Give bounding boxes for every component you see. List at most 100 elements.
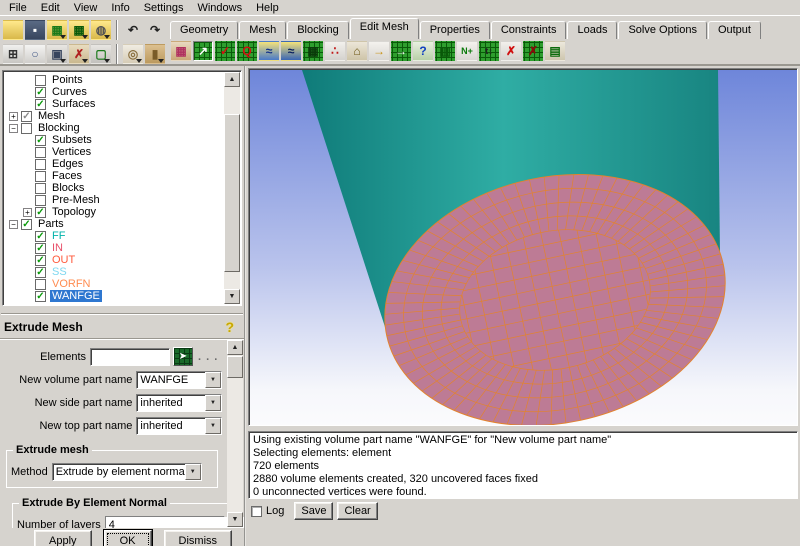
tree-item-label[interactable]: Blocks [50,182,86,194]
adjust-mesh-density-icon[interactable]: ▥ [435,41,455,61]
scroll-down-icon[interactable]: ▼ [227,512,243,527]
tree-item-label[interactable]: Mesh [36,110,67,122]
top-part-combo[interactable]: inherited ▼ [136,417,222,435]
measure-distance-icon[interactable]: ✗ [69,44,89,64]
menu-item-view[interactable]: View [67,1,105,15]
dropdown-arrow-icon[interactable] [136,59,142,63]
merge-nodes-icon[interactable]: ∴ [325,41,345,61]
mesh-quality-icon[interactable]: Q [237,41,257,61]
solid-view-icon[interactable]: ▮ [145,44,165,64]
layers-input[interactable] [105,517,244,528]
ok-button[interactable]: OK [103,530,152,546]
expand-icon[interactable]: + [23,207,32,217]
save-log-button[interactable]: Save [294,502,334,520]
tree-item-label[interactable]: IN [50,242,65,254]
tree-checkbox[interactable] [35,278,46,290]
tree-checkbox[interactable]: ✓ [35,206,46,218]
fit-window-icon[interactable]: ⊞ [3,44,23,64]
tree-item-label[interactable]: Subsets [50,134,94,146]
repair-mesh-icon[interactable]: ▦ [303,41,323,61]
tree-checkbox[interactable] [35,170,46,182]
tree-item-label[interactable]: Curves [50,86,89,98]
delete-elements-icon[interactable]: ✗ [523,41,543,61]
tree-item-label[interactable]: Edges [50,158,85,170]
dropdown-arrow-icon[interactable] [82,35,88,39]
tree-item-label[interactable]: VORFN [50,278,93,290]
menu-item-help[interactable]: Help [249,1,286,15]
wireframe-view-icon[interactable]: ◎ [123,44,143,64]
form-scrollbar[interactable]: ▲ ▼ [227,340,243,527]
collapse-icon[interactable]: − [9,123,18,133]
redo-icon[interactable]: ↷ [145,20,165,40]
tree-scrollbar[interactable]: ▲ ▼ [224,72,240,304]
tree-item-label[interactable]: Faces [50,170,84,182]
reset-view-icon[interactable]: ▢ [91,44,111,64]
tree-item-label[interactable]: FF [50,230,67,242]
menu-item-info[interactable]: Info [104,1,136,15]
log-checkbox[interactable] [251,505,262,517]
create-elements-icon[interactable]: ▦ [171,41,191,61]
renumber-mesh-icon[interactable]: N+ [457,41,477,61]
convert-mesh-type-icon[interactable]: ? [413,41,433,61]
tree-checkbox[interactable] [35,158,46,170]
tree-checkbox[interactable]: ✓ [35,86,46,98]
tree-item-label[interactable]: WANFGE [50,290,102,302]
dropdown-arrow-icon[interactable] [82,59,88,63]
move-nodes-icon[interactable]: → [369,41,389,61]
tree-checkbox[interactable]: ✓ [21,218,32,230]
tree-scroll-thumb[interactable] [224,114,240,272]
tree-item-label[interactable]: Parts [36,218,66,230]
undo-icon[interactable]: ↶ [123,20,143,40]
menu-item-settings[interactable]: Settings [137,1,191,15]
tree-item-label[interactable]: OUT [50,254,77,266]
tab-solve-options[interactable]: Solve Options [618,21,707,39]
chevron-down-icon[interactable]: ▼ [205,395,221,411]
select-elements-button[interactable]: ➤ [173,347,193,366]
layers-spinner[interactable]: ▲▼ [104,516,244,528]
open-blocking-icon[interactable]: ▦ [69,20,89,40]
open-geometry-icon[interactable]: ◍ [91,20,111,40]
dropdown-arrow-icon[interactable] [158,59,164,63]
tree-checkbox[interactable]: ✓ [35,230,46,242]
help-icon[interactable]: ? [225,319,234,335]
check-mesh-icon[interactable]: ✓ [215,41,235,61]
tree-item-label[interactable]: Topology [50,206,98,218]
volume-part-combo[interactable]: WANFGE ▼ [136,371,222,389]
tab-loads[interactable]: Loads [567,21,618,39]
tab-properties[interactable]: Properties [419,21,490,39]
collapse-icon[interactable]: − [9,219,18,229]
split-mesh-icon[interactable]: ⌂ [347,41,367,61]
smooth-hexahedral-icon[interactable]: ≈ [281,41,301,61]
dropdown-arrow-icon[interactable] [104,59,110,63]
expand-icon[interactable]: + [9,111,18,121]
delete-nodes-icon[interactable]: ✗ [501,41,521,61]
menu-item-edit[interactable]: Edit [34,1,67,15]
dismiss-button[interactable]: Dismiss [163,530,233,546]
form-scroll-thumb[interactable] [227,356,243,378]
tab-output[interactable]: Output [707,21,761,39]
dropdown-arrow-icon[interactable] [60,35,66,39]
chevron-down-icon[interactable]: ▼ [184,464,201,480]
tree-item-label[interactable]: SS [50,266,69,278]
tree-checkbox[interactable]: ✓ [35,242,46,254]
tab-geometry[interactable]: Geometry [170,21,239,39]
scroll-up-icon[interactable]: ▲ [224,72,240,87]
reorient-mesh-icon[interactable]: t↕ [479,41,499,61]
tree-item-label[interactable]: Blocking [36,122,82,134]
tree-item-label[interactable]: Vertices [50,146,93,158]
open-mesh-icon[interactable]: ▦ [47,20,67,40]
side-part-combo[interactable]: inherited ▼ [136,394,222,412]
tree-checkbox[interactable]: ✓ [21,110,32,122]
chevron-down-icon[interactable]: ▼ [205,418,221,434]
method-combo[interactable]: Extrude by element normal ▼ [51,463,202,481]
apply-button[interactable]: Apply [34,530,92,546]
tree-checkbox[interactable]: ✓ [35,254,46,266]
tab-mesh[interactable]: Mesh [239,21,287,39]
tree-checkbox[interactable] [35,182,46,194]
tree-checkbox[interactable]: ✓ [35,266,46,278]
menu-item-windows[interactable]: Windows [190,1,249,15]
tree-checkbox[interactable]: ✓ [35,290,46,302]
elements-input[interactable] [90,347,170,366]
tree-checkbox[interactable] [21,122,32,134]
tab-edit-mesh[interactable]: Edit Mesh [349,18,419,39]
